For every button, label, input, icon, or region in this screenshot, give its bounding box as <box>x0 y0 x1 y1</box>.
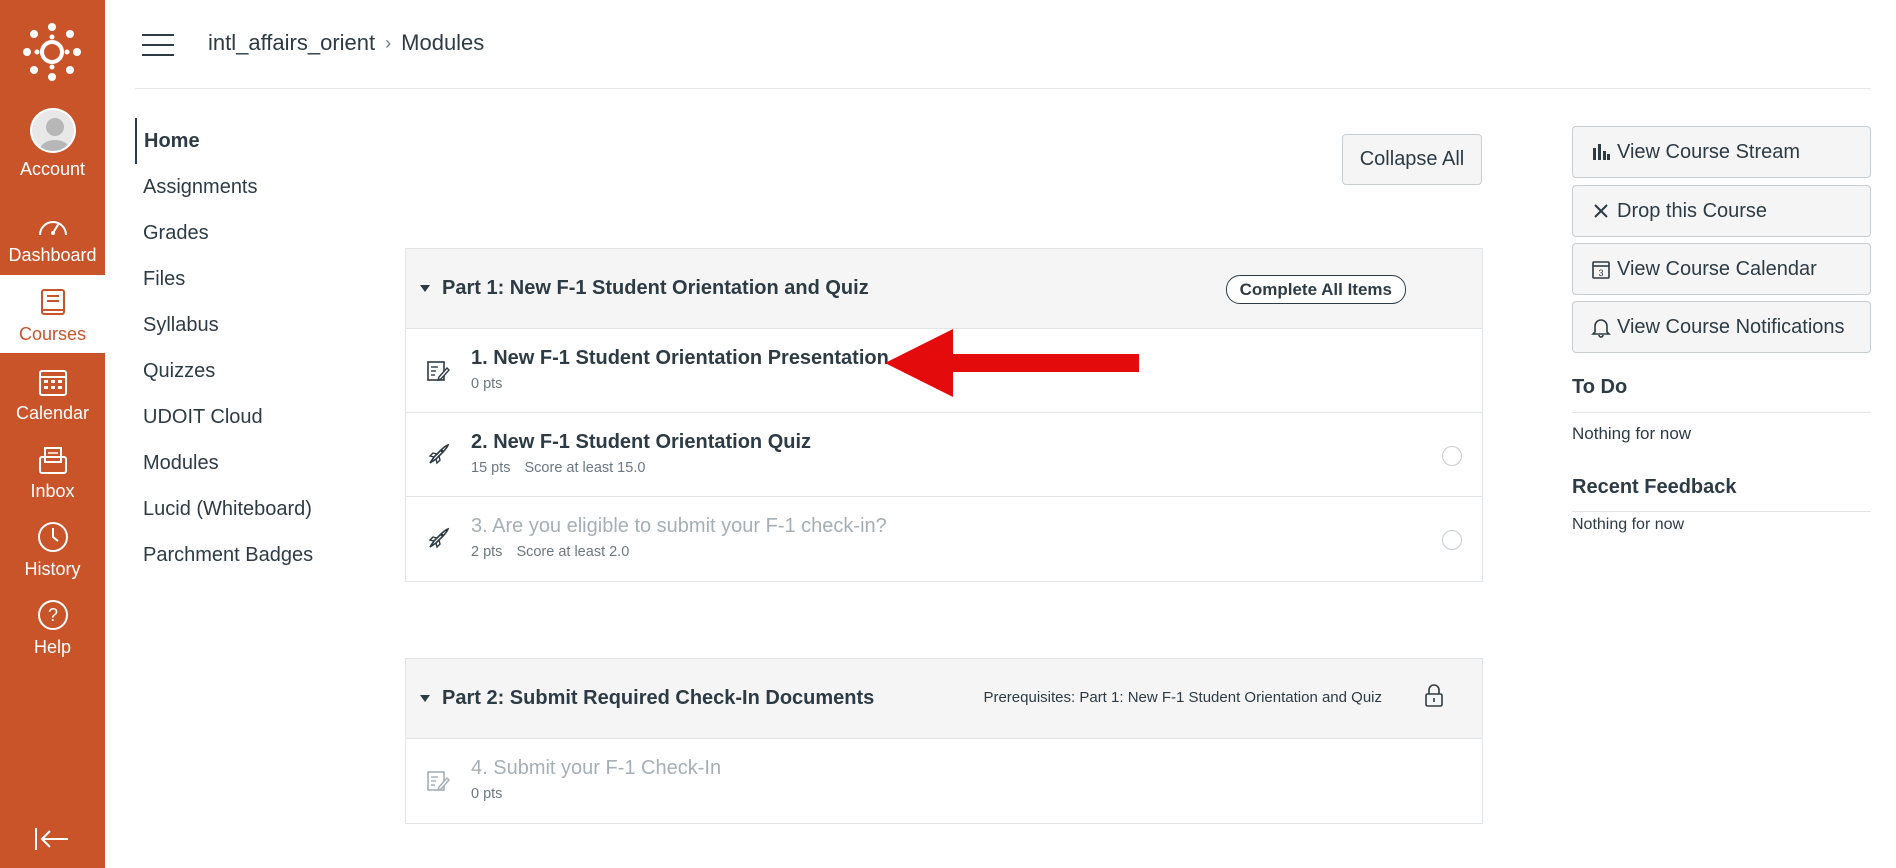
module-item-meta: 15 pts Score at least 15.0 <box>471 460 645 476</box>
bell-icon <box>1591 319 1611 338</box>
module-part-2: Part 2: Submit Required Check-In Documen… <box>405 658 1483 824</box>
annotation-arrow-icon <box>885 329 1139 397</box>
global-nav-label: Calendar <box>15 403 90 423</box>
global-nav-history[interactable]: History <box>0 510 105 588</box>
quiz-rocket-icon <box>428 443 450 465</box>
feedback-divider <box>1572 511 1871 512</box>
hamburger-menu-icon[interactable] <box>142 34 174 56</box>
feedback-empty-text: Nothing for now <box>1572 516 1685 533</box>
breadcrumb-separator: › <box>385 32 392 53</box>
global-nav-label: Courses <box>18 324 87 344</box>
breadcrumb-current: Modules <box>401 30 485 55</box>
view-course-stream-button[interactable]: View Course Stream <box>1572 126 1871 178</box>
global-nav-inbox[interactable]: Inbox <box>0 432 105 510</box>
collapse-all-button[interactable]: Collapse All <box>1342 134 1482 185</box>
global-nav-label: Inbox <box>30 481 75 501</box>
avatar-icon <box>29 108 76 153</box>
breadcrumb: intl_affairs_orient › Modules <box>208 30 484 56</box>
course-nav-udoit-cloud[interactable]: UDOIT Cloud <box>135 394 313 440</box>
dashboard-icon <box>38 221 67 236</box>
item-points: 2 pts <box>471 544 503 560</box>
global-nav: Account Dashboard Courses Calendar Inbox… <box>0 0 105 868</box>
drop-course-button[interactable]: Drop this Course <box>1572 185 1871 237</box>
item-points: 0 pts <box>471 376 503 392</box>
module-item-meta: 0 pts <box>471 786 502 802</box>
todo-empty-text: Nothing for now <box>1572 424 1692 443</box>
module-item-meta: 0 pts <box>471 376 502 392</box>
caret-down-icon[interactable] <box>420 695 430 702</box>
course-nav-home[interactable]: Home <box>135 118 313 164</box>
calendar-icon: 3 <box>1592 261 1610 279</box>
course-nav-assignments[interactable]: Assignments <box>135 164 313 210</box>
close-icon <box>1594 204 1608 218</box>
requirement-badge: Complete All Items <box>1225 275 1406 304</box>
prerequisites-text: Prerequisites: Part 1: New F-1 Student O… <box>983 689 1382 706</box>
course-nav-lucid[interactable]: Lucid (Whiteboard) <box>135 486 313 532</box>
course-nav-syllabus[interactable]: Syllabus <box>135 302 313 348</box>
lock-icon <box>1425 684 1443 707</box>
item-requirement: Score at least 15.0 <box>524 460 646 476</box>
button-label: View Course Notifications <box>1617 315 1845 338</box>
collapse-nav-icon[interactable] <box>34 826 70 852</box>
view-course-calendar-button[interactable]: 3 View Course Calendar <box>1572 243 1871 295</box>
module-item-meta: 2 pts Score at least 2.0 <box>471 544 629 560</box>
todo-heading: To Do <box>1572 376 1628 398</box>
inbox-icon <box>38 447 67 474</box>
global-nav-label: Help <box>33 637 72 657</box>
module-item: 3. Are you eligible to submit your F-1 c… <box>406 497 1482 581</box>
svg-text:?: ? <box>47 605 57 625</box>
module-item-title-link[interactable]: 1. New F-1 Student Orientation Presentat… <box>471 347 889 370</box>
module-part-1: Part 1: New F-1 Student Orientation and … <box>405 248 1483 582</box>
courses-icon <box>40 289 65 315</box>
module-item: 2. New F-1 Student Orientation Quiz 15 p… <box>406 413 1482 497</box>
calendar-icon <box>38 370 67 396</box>
page-icon <box>427 361 450 382</box>
quiz-rocket-icon <box>428 527 450 549</box>
course-nav-modules[interactable]: Modules <box>135 440 313 486</box>
help-icon: ? <box>37 600 68 630</box>
module-item-title-link[interactable]: 2. New F-1 Student Orientation Quiz <box>471 431 811 454</box>
course-nav: Home Assignments Grades Files Syllabus Q… <box>135 118 313 578</box>
button-label: View Course Stream <box>1617 140 1801 163</box>
item-points: 15 pts <box>471 460 511 476</box>
module-item: 4. Submit your F-1 Check-In 0 pts <box>406 739 1482 823</box>
global-nav-label: Dashboard <box>8 245 97 265</box>
module-title: Part 1: New F-1 Student Orientation and … <box>442 277 869 299</box>
canvas-logo-icon[interactable] <box>22 22 82 82</box>
module-title: Part 2: Submit Required Check-In Documen… <box>442 687 875 709</box>
module-item-title: 3. Are you eligible to submit your F-1 c… <box>471 515 887 537</box>
breadcrumb-course-link[interactable]: intl_affairs_orient <box>208 30 375 56</box>
global-nav-dashboard[interactable]: Dashboard <box>0 196 105 274</box>
global-nav-label: Account <box>19 159 86 179</box>
course-nav-grades[interactable]: Grades <box>135 210 313 256</box>
button-label: View Course Calendar <box>1617 257 1817 280</box>
item-requirement: Score at least 2.0 <box>516 544 630 560</box>
svg-text:3: 3 <box>1598 268 1603 278</box>
course-nav-parchment-badges[interactable]: Parchment Badges <box>135 532 313 578</box>
history-icon <box>37 522 68 552</box>
todo-divider <box>1572 412 1871 413</box>
button-label: Drop this Course <box>1617 199 1768 222</box>
global-nav-courses[interactable]: Courses <box>0 275 105 353</box>
course-nav-files[interactable]: Files <box>135 256 313 302</box>
module-item-title: 4. Submit your F-1 Check-In <box>471 757 722 779</box>
module-header[interactable]: Part 1: New F-1 Student Orientation and … <box>406 249 1482 329</box>
stream-icon <box>1593 144 1610 160</box>
item-points: 0 pts <box>471 786 503 802</box>
global-nav-calendar[interactable]: Calendar <box>0 354 105 432</box>
global-nav-account[interactable]: Account <box>0 108 105 188</box>
completion-status-icon <box>1442 446 1462 466</box>
module-header[interactable]: Part 2: Submit Required Check-In Documen… <box>406 659 1482 739</box>
header-divider <box>135 88 1871 89</box>
completion-status-icon <box>1442 530 1462 550</box>
course-nav-quizzes[interactable]: Quizzes <box>135 348 313 394</box>
global-nav-label: History <box>24 559 81 579</box>
caret-down-icon[interactable] <box>420 285 430 292</box>
recent-feedback-heading: Recent Feedback <box>1572 476 1737 498</box>
page-icon <box>427 771 450 792</box>
global-nav-help[interactable]: ? Help <box>0 588 105 666</box>
view-course-notifications-button[interactable]: View Course Notifications <box>1572 301 1871 353</box>
